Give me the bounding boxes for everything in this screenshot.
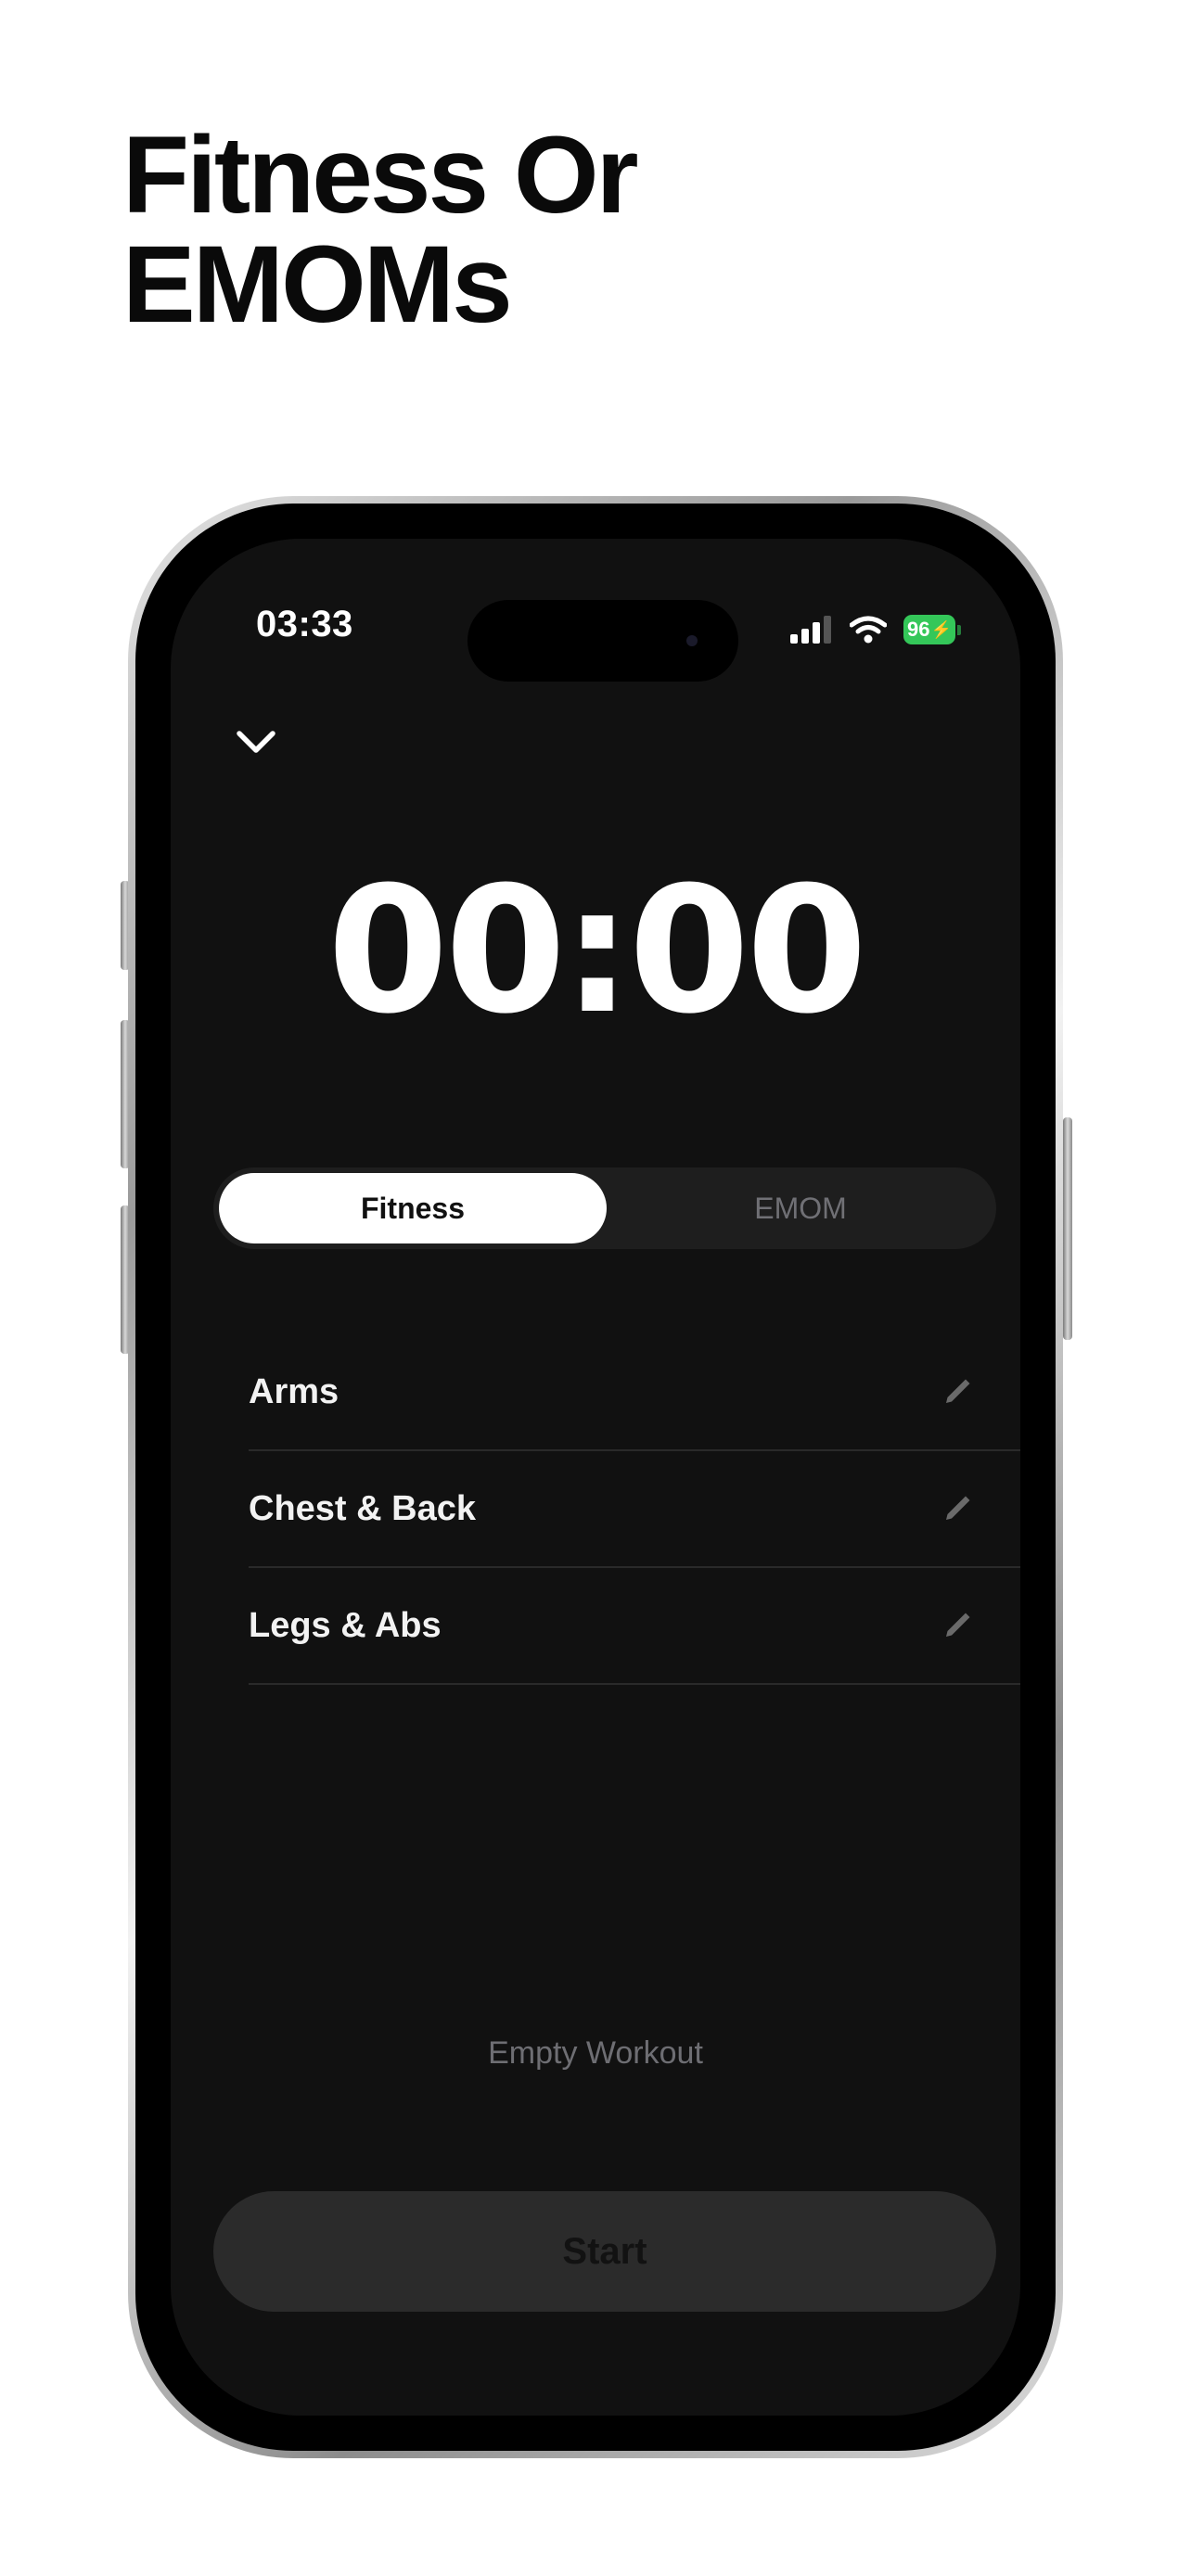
- dynamic-island: [467, 600, 738, 682]
- workout-item-chest-back[interactable]: Chest & Back: [249, 1451, 1020, 1568]
- battery-charging-icon: 96 ⚡: [903, 615, 961, 644]
- battery-cap: [957, 624, 961, 635]
- bolt-icon: ⚡: [930, 620, 952, 639]
- camera-icon: [686, 635, 698, 646]
- power-button: [1063, 1117, 1072, 1340]
- empty-workout-link[interactable]: Empty Workout: [171, 2035, 1020, 2072]
- workout-label: Arms: [249, 1371, 339, 1411]
- timer-display: 00:00: [327, 849, 867, 1052]
- tab-fitness[interactable]: Fitness: [219, 1173, 607, 1243]
- edit-button[interactable]: [929, 1481, 985, 1537]
- cellular-signal-icon: [790, 616, 831, 644]
- edit-button[interactable]: [929, 1598, 985, 1653]
- pencil-icon: [946, 1613, 970, 1637]
- battery-level: 96 ⚡: [903, 615, 955, 644]
- workout-label: Chest & Back: [249, 1488, 476, 1528]
- mode-segmented-control: Fitness EMOM: [213, 1167, 996, 1249]
- chevron-down-icon: [237, 731, 275, 753]
- pencil-icon: [946, 1496, 970, 1520]
- status-icons: 96 ⚡: [790, 615, 961, 644]
- headline-line-2: EMOMs: [122, 223, 513, 346]
- workout-item-arms[interactable]: Arms: [249, 1334, 1020, 1451]
- phone-bezel: 03:33 96 ⚡ 00:00 Fitness EMOM Arms Chest…: [135, 504, 1056, 2451]
- edit-button[interactable]: [929, 1364, 985, 1420]
- pencil-icon: [946, 1379, 970, 1403]
- phone-screen: 03:33 96 ⚡ 00:00 Fitness EMOM Arms Chest…: [171, 539, 1020, 2416]
- tab-emom[interactable]: EMOM: [607, 1173, 994, 1243]
- wifi-icon: [850, 616, 887, 644]
- workout-list: Arms Chest & Back Legs & Abs: [249, 1334, 1020, 1685]
- workout-item-legs-abs[interactable]: Legs & Abs: [249, 1568, 1020, 1685]
- headline-line-1: Fitness Or: [122, 114, 639, 236]
- phone-frame: 03:33 96 ⚡ 00:00 Fitness EMOM Arms Chest…: [128, 496, 1063, 2458]
- headline: Fitness Or EMOMs: [122, 114, 639, 346]
- battery-percent: 96: [907, 618, 930, 641]
- status-time: 03:33: [256, 604, 353, 644]
- workout-label: Legs & Abs: [249, 1605, 442, 1645]
- close-button[interactable]: [230, 715, 282, 767]
- start-button[interactable]: Start: [213, 2191, 996, 2312]
